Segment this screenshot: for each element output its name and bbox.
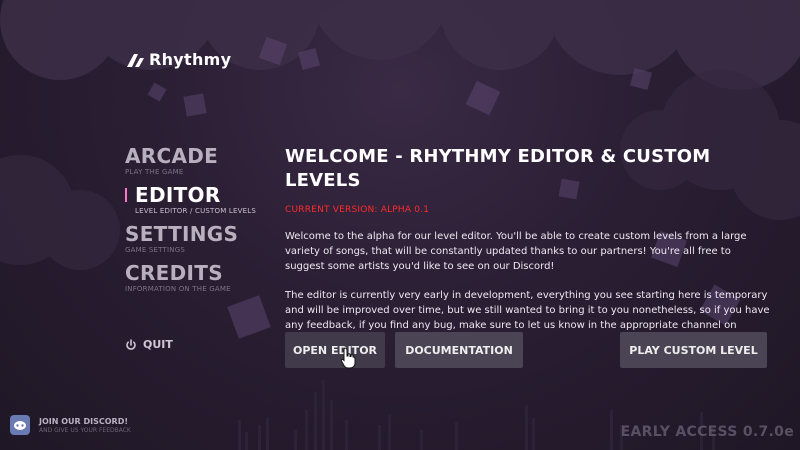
hand-cursor-icon — [340, 347, 356, 369]
power-icon — [126, 338, 136, 350]
menu-item-title: SETTINGS — [125, 222, 239, 246]
editor-welcome-panel: WELCOME - RHYTHMY EDITOR & CUSTOM LEVELS… — [285, 145, 775, 348]
discord-subtitle: AND GIVE US YOUR FEEDBACK — [39, 426, 131, 434]
quit-label: QUIT — [143, 338, 173, 351]
logo-text: Rhythmy — [149, 50, 232, 69]
discord-title: JOIN OUR DISCORD! — [39, 416, 128, 426]
menu-item-credits[interactable]: CREDITS INFORMATION ON THE GAME — [125, 262, 256, 293]
logo-mark-icon — [127, 53, 144, 67]
menu-item-subtitle: LEVEL EDITOR / CUSTOM LEVELS — [135, 207, 256, 215]
menu-item-subtitle: INFORMATION ON THE GAME — [125, 285, 231, 293]
quit-button[interactable]: QUIT — [125, 338, 173, 351]
open-editor-button[interactable]: OPEN EDITOR — [285, 332, 385, 368]
active-indicator — [125, 188, 127, 202]
rhythmy-logo: Rhythmy — [125, 50, 231, 69]
page-title: WELCOME - RHYTHMY EDITOR & CUSTOM LEVELS — [285, 146, 711, 191]
menu-item-settings[interactable]: SETTINGS GAME SETTINGS — [125, 223, 256, 254]
build-version: EARLY ACCESS 0.7.0e — [620, 424, 794, 440]
welcome-paragraph: Welcome to the alpha for our level edito… — [285, 231, 747, 272]
menu-item-title: EDITOR — [135, 183, 221, 207]
version-label: CURRENT VERSION: ALPHA 0.1 — [285, 205, 430, 215]
main-menu: ARCADE PLAY THE GAME EDITOR LEVEL EDITOR… — [125, 145, 256, 301]
menu-item-editor[interactable]: EDITOR LEVEL EDITOR / CUSTOM LEVELS — [125, 183, 256, 215]
menu-item-arcade[interactable]: ARCADE PLAY THE GAME — [125, 145, 256, 176]
discord-icon — [10, 415, 30, 435]
menu-item-title: ARCADE — [125, 144, 219, 168]
play-custom-level-button[interactable]: PLAY CUSTOM LEVEL — [620, 332, 767, 368]
menu-item-subtitle: GAME SETTINGS — [125, 246, 185, 254]
documentation-button[interactable]: DOCUMENTATION — [395, 332, 523, 368]
menu-item-subtitle: PLAY THE GAME — [125, 168, 184, 176]
menu-item-title: CREDITS — [125, 261, 223, 285]
discord-invite[interactable]: JOIN OUR DISCORD! AND GIVE US YOUR FEEDB… — [9, 414, 131, 436]
